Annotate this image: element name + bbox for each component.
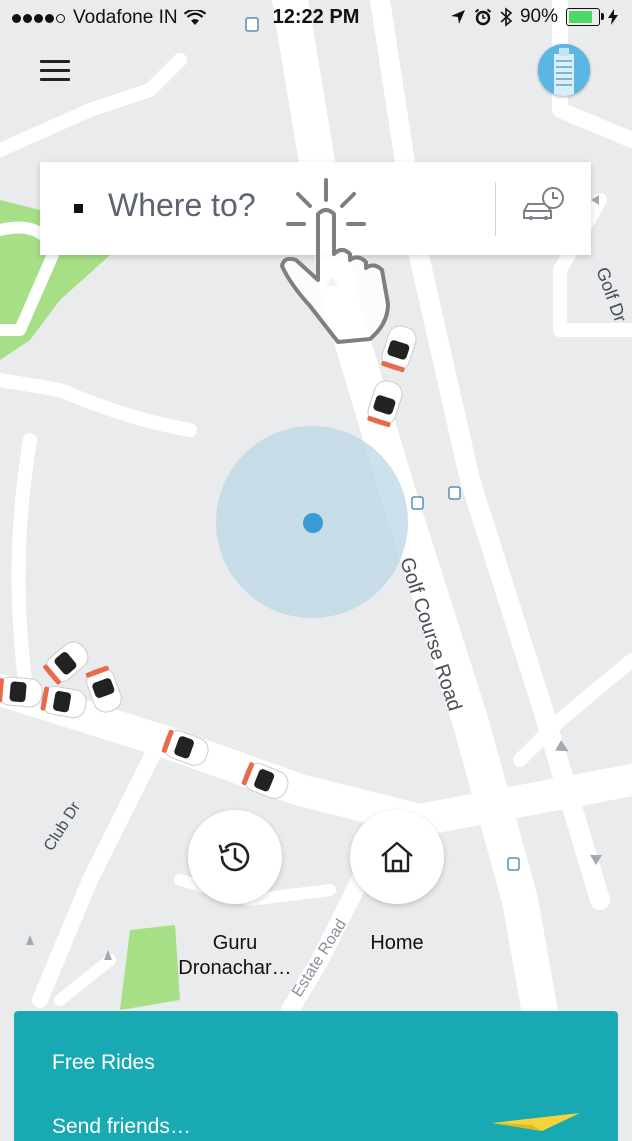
battery-percent: 90% xyxy=(519,6,558,27)
battery-icon xyxy=(566,8,604,26)
home-shortcut-button[interactable] xyxy=(350,810,444,904)
charging-icon xyxy=(608,9,618,25)
current-location-dot-icon xyxy=(303,513,323,533)
home-icon xyxy=(381,841,413,873)
promo-subtitle: Send friends… xyxy=(52,1115,191,1138)
profile-avatar-building-icon[interactable] xyxy=(538,44,590,96)
where-to-placeholder[interactable]: Where to? xyxy=(108,187,256,224)
alarm-icon xyxy=(474,8,492,26)
shortcut-label: Guru Dronachar… xyxy=(178,932,292,979)
promo-title: Free Rides xyxy=(52,1051,155,1074)
bluetooth-icon xyxy=(500,7,512,27)
battery-fill xyxy=(569,11,592,23)
status-bar: Vodafone IN 12:22 PM 90% xyxy=(0,0,632,36)
scheduled-ride-car-clock-icon[interactable] xyxy=(520,184,568,232)
history-clock-icon xyxy=(218,842,250,872)
history-shortcut-button[interactable] xyxy=(188,810,282,904)
divider xyxy=(495,182,496,236)
free-rides-promo-card[interactable]: Free Rides Send friends… xyxy=(14,1011,618,1141)
hamburger-menu-icon[interactable] xyxy=(40,60,70,82)
destination-square-icon xyxy=(74,204,83,213)
tap-hand-icon xyxy=(280,178,390,344)
paper-plane-icon xyxy=(492,1113,580,1131)
location-arrow-icon xyxy=(450,10,465,24)
shortcut-label: Home xyxy=(370,932,424,954)
